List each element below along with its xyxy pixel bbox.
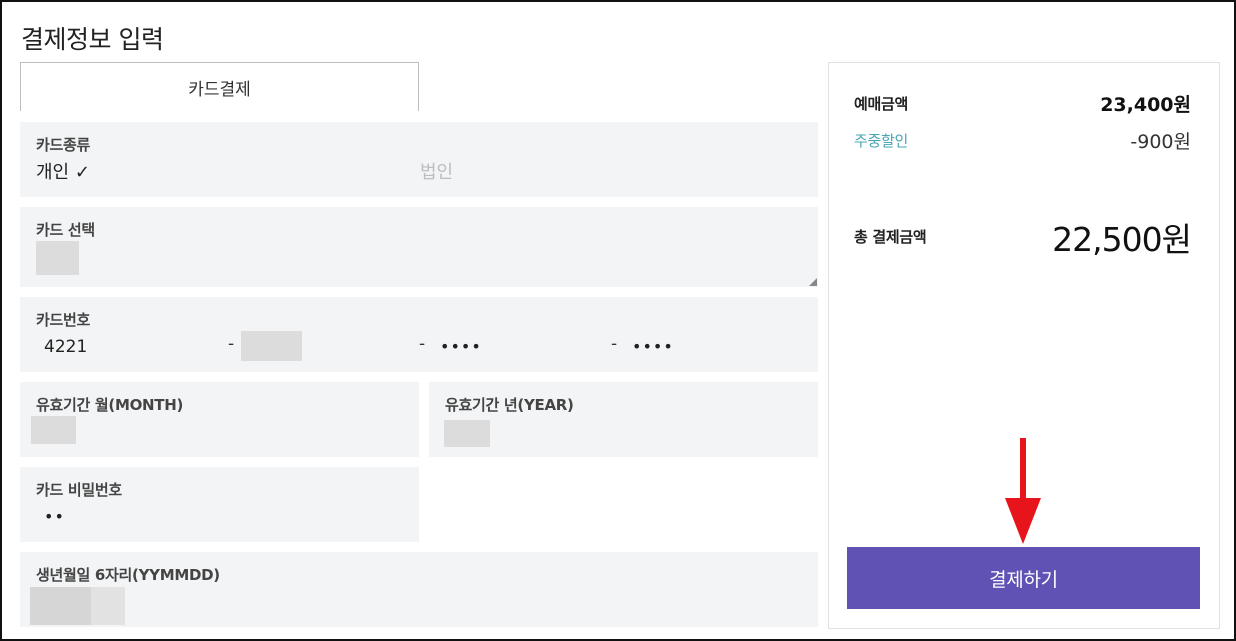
discount-label: 주중할인 <box>854 132 909 150</box>
card-type-corporate-option[interactable]: 법인 <box>420 158 453 184</box>
expiry-month-field: 유효기간 월(MONTH) <box>20 382 419 457</box>
tab-card-payment[interactable]: 카드결제 <box>20 62 419 111</box>
card-number-part4-input[interactable]: •••• <box>632 337 674 356</box>
ticket-amount-label: 예매금액 <box>854 95 909 113</box>
page-title: 결제정보 입력 <box>21 25 164 54</box>
card-number-label: 카드번호 <box>36 311 91 329</box>
card-select-label: 카드 선택 <box>36 221 95 239</box>
expiry-month-input[interactable] <box>31 416 76 444</box>
expiry-year-input[interactable] <box>444 420 490 447</box>
card-number-part2-input[interactable] <box>241 331 302 361</box>
expiry-year-field: 유효기간 년(YEAR) <box>429 382 818 457</box>
card-number-part3-input[interactable]: •••• <box>440 337 482 356</box>
arrow-down-icon <box>1005 438 1041 544</box>
card-password-input[interactable]: •• <box>44 507 65 526</box>
birth-date-field: 생년월일 6자리(YYMMDD) <box>20 552 818 627</box>
card-password-label: 카드 비밀번호 <box>36 481 122 499</box>
card-password-field: 카드 비밀번호 •• <box>20 467 419 542</box>
card-type-personal-option[interactable]: 개인 ✓ <box>36 158 90 184</box>
card-number-separator: - <box>228 334 235 354</box>
birth-date-input-redacted <box>30 587 91 625</box>
expiry-month-label: 유효기간 월(MONTH) <box>36 396 184 414</box>
resize-handle-icon[interactable] <box>809 278 817 286</box>
card-select-field[interactable]: 카드 선택 <box>20 207 818 287</box>
card-number-separator: - <box>611 334 618 354</box>
card-number-separator: - <box>419 334 426 354</box>
total-amount-label: 총 결제금액 <box>854 228 927 246</box>
pay-button[interactable]: 결제하기 <box>847 547 1200 609</box>
card-type-field: 카드종류 개인 ✓ 법인 <box>20 122 818 197</box>
card-type-label: 카드종류 <box>36 136 91 154</box>
card-number-part1-input[interactable]: 4221 <box>44 337 87 357</box>
discount-value: -900원 <box>1130 131 1191 153</box>
ticket-amount-value: 23,400원 <box>1100 94 1191 116</box>
birth-date-label: 생년월일 6자리(YYMMDD) <box>36 566 220 584</box>
total-amount-value: 22,500원 <box>1052 220 1192 259</box>
card-select-value-redacted <box>36 241 79 275</box>
expiry-year-label: 유효기간 년(YEAR) <box>445 396 574 414</box>
card-number-field: 카드번호 4221 - - •••• - •••• <box>20 297 818 372</box>
